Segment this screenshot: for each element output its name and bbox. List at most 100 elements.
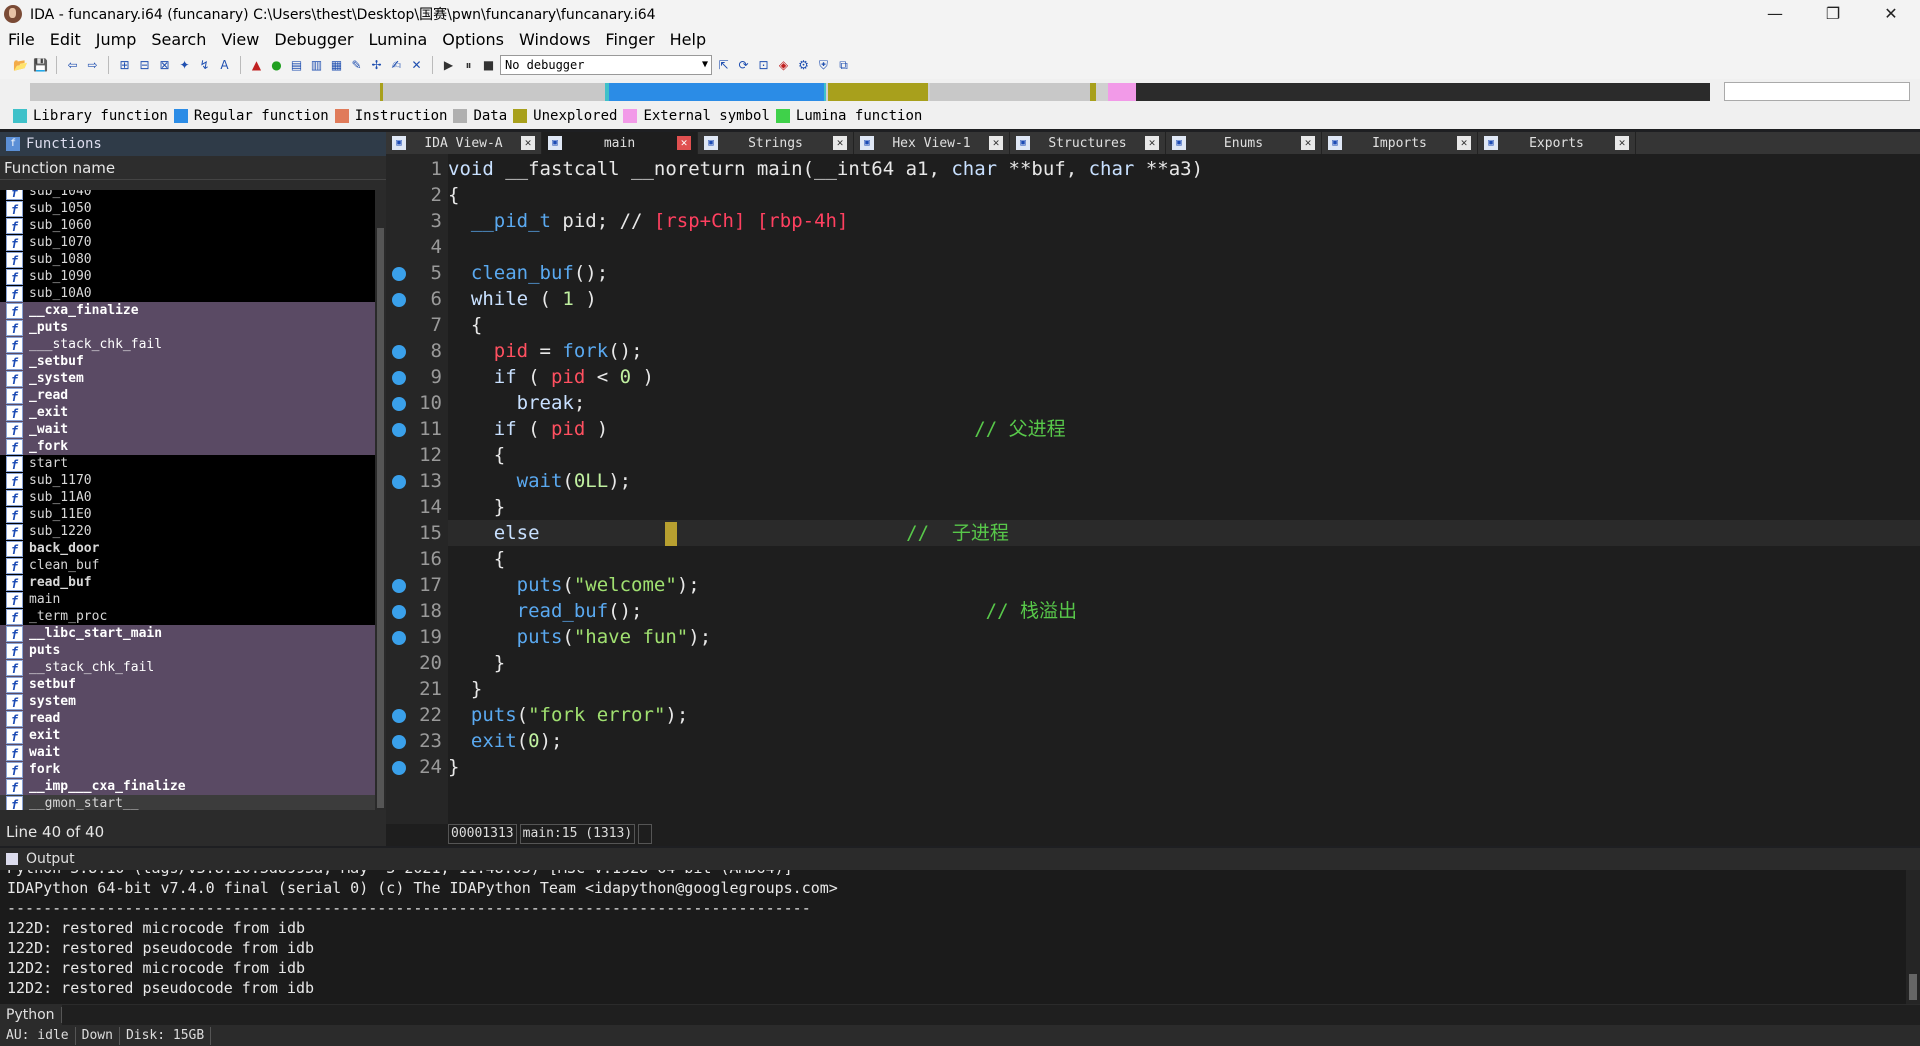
function-row[interactable]: f clean_buf <box>0 557 375 574</box>
pseudocode-view[interactable]: 1 void __fastcall __noreturn main(__int64… <box>386 154 1920 824</box>
menu-view[interactable]: View <box>221 30 259 49</box>
tab-ida-view-a[interactable]: ▣ IDA View-A ✕ <box>386 132 542 154</box>
function-row[interactable]: f sub_11A0 <box>0 489 375 506</box>
breakpoint-dot-icon[interactable] <box>392 709 406 723</box>
stop-icon[interactable]: ■ <box>480 57 497 74</box>
code-line[interactable]: 5 clean_buf(); <box>392 260 1920 286</box>
function-row[interactable]: f _wait <box>0 421 375 438</box>
code-line[interactable]: 18 read_buf(); // 栈溢出 <box>392 598 1920 624</box>
function-row[interactable]: f __stack_chk_fail <box>0 659 375 676</box>
code-line[interactable]: 13 wait(0LL); <box>392 468 1920 494</box>
function-row[interactable]: f __gmon_start__ <box>0 795 375 810</box>
menu-options[interactable]: Options <box>442 30 504 49</box>
pin-icon[interactable]: ✢ <box>368 57 385 74</box>
camera-icon[interactable]: ⧉ <box>835 57 852 74</box>
delete-icon[interactable]: ✕ <box>408 57 425 74</box>
scrollbar-thumb[interactable] <box>377 228 384 808</box>
back-icon[interactable]: ⇦ <box>64 57 81 74</box>
breakpoint-dot-icon[interactable] <box>392 267 406 281</box>
close-tab-icon[interactable]: ✕ <box>677 136 691 150</box>
navigation-combo[interactable] <box>1724 82 1910 101</box>
text-icon[interactable]: A <box>216 57 233 74</box>
function-row[interactable]: f ___stack_chk_fail <box>0 336 375 353</box>
hex-icon[interactable]: ⊟ <box>136 57 153 74</box>
code-line[interactable]: 3 __pid_t pid; // [rsp+Ch] [rbp-4h] <box>431 208 1920 234</box>
close-tab-icon[interactable]: ✕ <box>833 136 847 150</box>
function-row[interactable]: f sub_1170 <box>0 472 375 489</box>
menu-help[interactable]: Help <box>670 30 706 49</box>
code-line[interactable]: 14 } <box>419 494 1920 520</box>
settings-icon[interactable]: ⚙ <box>795 57 812 74</box>
function-row[interactable]: f __imp___cxa_finalize <box>0 778 375 795</box>
function-row[interactable]: f sub_1050 <box>0 200 375 217</box>
menu-jump[interactable]: Jump <box>96 30 137 49</box>
functions-scrollbar[interactable] <box>375 190 386 810</box>
code-line[interactable]: 7 { <box>431 312 1920 338</box>
code-line[interactable]: 22 puts("fork error"); <box>392 702 1920 728</box>
patch-icon[interactable]: ✎ <box>348 57 365 74</box>
breakpoint-dot-icon[interactable] <box>392 579 406 593</box>
menu-lumina[interactable]: Lumina <box>369 30 428 49</box>
function-row[interactable]: f read_buf <box>0 574 375 591</box>
function-row[interactable]: f back_door <box>0 540 375 557</box>
tab-imports[interactable]: ▣ Imports ✕ <box>1322 132 1478 154</box>
code-line[interactable]: 19 puts("have fun"); <box>392 624 1920 650</box>
tab-hex-view-1[interactable]: ▣ Hex View-1 ✕ <box>854 132 1010 154</box>
function-row[interactable]: f _system <box>0 370 375 387</box>
function-row[interactable]: f __libc_start_main <box>0 625 375 642</box>
attach-icon[interactable]: ⇱ <box>715 57 732 74</box>
minimize-button[interactable]: — <box>1746 4 1804 23</box>
menu-windows[interactable]: Windows <box>519 30 590 49</box>
function-row[interactable]: f _read <box>0 387 375 404</box>
function-row[interactable]: f fork <box>0 761 375 778</box>
breakpoint-dot-icon[interactable] <box>392 761 406 775</box>
function-row[interactable]: f wait <box>0 744 375 761</box>
play-icon[interactable]: ▶ <box>440 57 457 74</box>
breakpoint-dot-icon[interactable] <box>392 631 406 645</box>
python-input[interactable] <box>61 1005 1920 1025</box>
output-window[interactable]: Python 3.8.10 (tags/v3.8.10:3d8993a, May… <box>0 870 1906 1004</box>
search-direction[interactable]: Down <box>76 1027 120 1045</box>
refresh-icon[interactable]: ⟳ <box>735 57 752 74</box>
function-row[interactable]: f sub_1070 <box>0 234 375 251</box>
menu-edit[interactable]: Edit <box>50 30 81 49</box>
segment-icon[interactable]: ▦ <box>328 57 345 74</box>
close-tab-icon[interactable]: ✕ <box>989 136 1003 150</box>
tab-structures[interactable]: ▣ Structures ✕ <box>1010 132 1166 154</box>
function-row[interactable]: f sub_10A0 <box>0 285 375 302</box>
breakpoint-dot-icon[interactable] <box>392 735 406 749</box>
struct-icon[interactable]: ▤ <box>288 57 305 74</box>
code-line[interactable]: 10 break; <box>392 390 1920 416</box>
close-tab-icon[interactable]: ✕ <box>1301 136 1315 150</box>
menu-search[interactable]: Search <box>151 30 206 49</box>
menu-debugger[interactable]: Debugger <box>274 30 353 49</box>
breakpoint-icon[interactable]: ⊡ <box>755 57 772 74</box>
code-line[interactable]: 11 if ( pid ) // 父进程 <box>392 416 1920 442</box>
undefine-icon[interactable]: ✦ <box>176 57 193 74</box>
function-row[interactable]: f _term_proc <box>0 608 375 625</box>
breakpoint-dot-icon[interactable] <box>392 475 406 489</box>
code-line[interactable]: 4 <box>431 234 1920 260</box>
function-name-column-header[interactable]: Function name <box>0 156 386 180</box>
debugger-select[interactable]: No debugger ▼ <box>500 55 712 75</box>
function-row[interactable]: f main <box>0 591 375 608</box>
output-scrollbar[interactable] <box>1906 870 1920 1004</box>
function-row[interactable]: f _fork <box>0 438 375 455</box>
close-tab-icon[interactable]: ✕ <box>1457 136 1471 150</box>
breakpoint-dot-icon[interactable] <box>392 423 406 437</box>
close-window-button[interactable]: ✕ <box>1862 4 1920 23</box>
tab-exports[interactable]: ▣ Exports ✕ <box>1478 132 1636 154</box>
pause-icon[interactable]: ⏸ <box>460 57 477 74</box>
edit-icon[interactable]: ✍ <box>388 57 405 74</box>
code-line[interactable]: 8 pid = fork(); <box>392 338 1920 364</box>
code-line[interactable]: 17 puts("welcome"); <box>392 572 1920 598</box>
function-row[interactable]: f puts <box>0 642 375 659</box>
code-icon[interactable]: ↯ <box>196 57 213 74</box>
close-tab-icon[interactable]: ✕ <box>1615 136 1629 150</box>
menu-file[interactable]: File <box>8 30 35 49</box>
code-line[interactable]: 15 else // 子进程 <box>419 520 1920 546</box>
data-icon[interactable]: ⊠ <box>156 57 173 74</box>
function-row[interactable]: f start <box>0 455 375 472</box>
menu-finger[interactable]: Finger <box>605 30 654 49</box>
function-row[interactable]: f exit <box>0 727 375 744</box>
